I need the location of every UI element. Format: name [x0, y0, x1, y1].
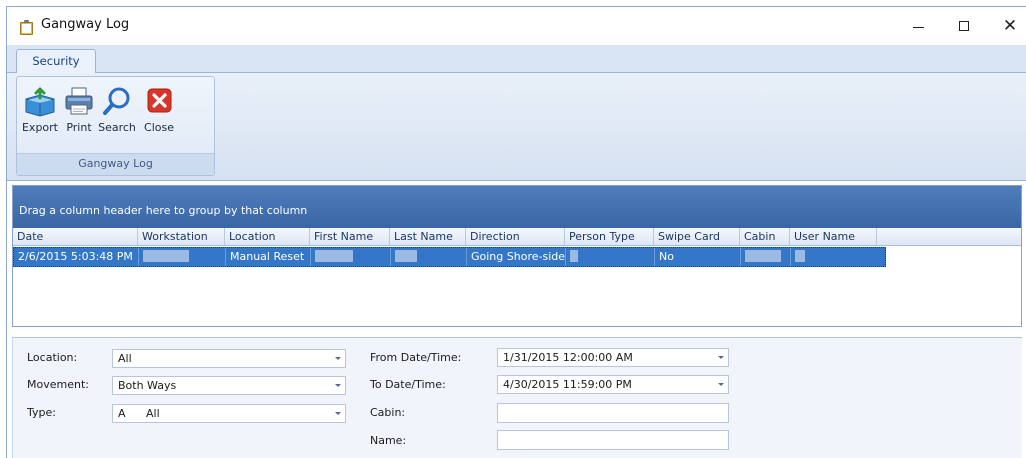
- close-button[interactable]: Close: [139, 85, 179, 134]
- export-label: Export: [21, 121, 58, 134]
- cell-first-name: [311, 248, 391, 266]
- type-select-code: A: [118, 407, 126, 420]
- column-header-last-name[interactable]: Last Name: [390, 228, 466, 245]
- column-header-first-name[interactable]: First Name: [310, 228, 390, 245]
- location-select[interactable]: All: [112, 349, 346, 368]
- chevron-down-icon: [335, 384, 341, 387]
- to-date-picker[interactable]: 4/30/2015 11:59:00 PM: [497, 375, 729, 394]
- column-header-person-type[interactable]: Person Type: [565, 228, 654, 245]
- redacted-block: [795, 250, 805, 262]
- ribbon-tab-strip: Security: [7, 45, 1026, 74]
- gangway-log-grid[interactable]: Drag a column header here to group by th…: [12, 185, 1022, 327]
- column-header-workstation[interactable]: Workstation: [138, 228, 225, 245]
- name-label: Name:: [370, 434, 407, 447]
- type-select-value: All: [146, 407, 160, 420]
- cell-swipe-card: No: [655, 248, 741, 266]
- cell-cabin: [741, 248, 791, 266]
- window-title: Gangway Log: [41, 17, 130, 32]
- filter-panel: Location: All Movement: Both Ways Type: …: [12, 337, 1022, 458]
- column-header-swipe-card[interactable]: Swipe Card: [654, 228, 740, 245]
- redacted-block: [143, 250, 189, 262]
- chevron-down-icon: [335, 357, 341, 360]
- movement-select[interactable]: Both Ways: [112, 376, 346, 395]
- table-row[interactable]: 2/6/2015 5:03:48 PM Manual Reset Going S…: [13, 247, 886, 267]
- location-label: Location:: [27, 351, 78, 364]
- type-select[interactable]: A All: [112, 404, 346, 423]
- ribbon-group-gangway-log: Export Print Search Close Gangway Log: [16, 76, 215, 176]
- redacted-block: [315, 250, 353, 262]
- chevron-down-icon: [335, 412, 341, 415]
- search-button[interactable]: Search: [95, 85, 139, 134]
- magnifier-icon: [100, 85, 134, 117]
- cabin-input[interactable]: [497, 403, 729, 423]
- chevron-down-icon: [718, 356, 724, 359]
- from-date-value: 1/31/2015 12:00:00 AM: [503, 351, 633, 364]
- group-by-panel[interactable]: Drag a column header here to group by th…: [13, 186, 1021, 228]
- clipboard-icon: [19, 20, 35, 35]
- cell-last-name: [391, 248, 467, 266]
- export-button[interactable]: Export: [21, 85, 59, 134]
- tab-security[interactable]: Security: [16, 49, 96, 74]
- column-header-user-name[interactable]: User Name: [790, 228, 877, 245]
- print-label: Print: [66, 121, 92, 134]
- ribbon-body: Export Print Search Close Gangway Log: [7, 73, 1026, 181]
- redacted-block: [745, 250, 781, 262]
- close-label: Close: [144, 121, 174, 134]
- from-date-label: From Date/Time:: [370, 351, 462, 364]
- redacted-block: [570, 250, 578, 262]
- column-header-location[interactable]: Location: [225, 228, 310, 245]
- cell-date: 2/6/2015 5:03:48 PM: [14, 248, 139, 266]
- search-label: Search: [98, 121, 136, 134]
- cell-direction: Going Shore-side: [467, 248, 566, 266]
- cell-person-type: [566, 248, 655, 266]
- column-header-cabin[interactable]: Cabin: [740, 228, 790, 245]
- minimize-icon: [912, 26, 924, 28]
- to-date-label: To Date/Time:: [370, 378, 446, 391]
- gangway-log-window: Gangway Log ✕ Security Export Print Sear…: [6, 6, 1026, 458]
- print-button[interactable]: Print: [61, 85, 97, 134]
- column-header-row: Date Workstation Location First Name Las…: [13, 228, 1021, 246]
- cell-location: Manual Reset: [226, 248, 311, 266]
- title-bar[interactable]: Gangway Log ✕: [7, 7, 1026, 45]
- window-close-button[interactable]: ✕: [987, 7, 1026, 45]
- printer-icon: [62, 85, 96, 117]
- close-x-icon: ✕: [1002, 16, 1018, 36]
- type-label: Type:: [27, 406, 56, 419]
- cell-user-name: [791, 248, 878, 266]
- movement-label: Movement:: [27, 378, 89, 391]
- cell-workstation: [139, 248, 226, 266]
- minimize-button[interactable]: [895, 7, 941, 45]
- movement-select-value: Both Ways: [118, 379, 177, 392]
- location-select-value: All: [118, 352, 132, 365]
- redacted-block: [395, 250, 417, 262]
- name-input[interactable]: [497, 430, 729, 450]
- maximize-button[interactable]: [941, 7, 987, 45]
- cabin-label: Cabin:: [370, 406, 406, 419]
- maximize-icon: [959, 21, 969, 31]
- to-date-value: 4/30/2015 11:59:00 PM: [503, 378, 632, 391]
- from-date-picker[interactable]: 1/31/2015 12:00:00 AM: [497, 348, 729, 367]
- ribbon-group-caption: Gangway Log: [17, 153, 214, 175]
- export-icon: [23, 85, 57, 117]
- close-icon: [142, 85, 176, 117]
- chevron-down-icon: [718, 383, 724, 386]
- column-header-date[interactable]: Date: [13, 228, 138, 245]
- column-header-direction[interactable]: Direction: [466, 228, 565, 245]
- group-by-hint: Drag a column header here to group by th…: [19, 204, 308, 217]
